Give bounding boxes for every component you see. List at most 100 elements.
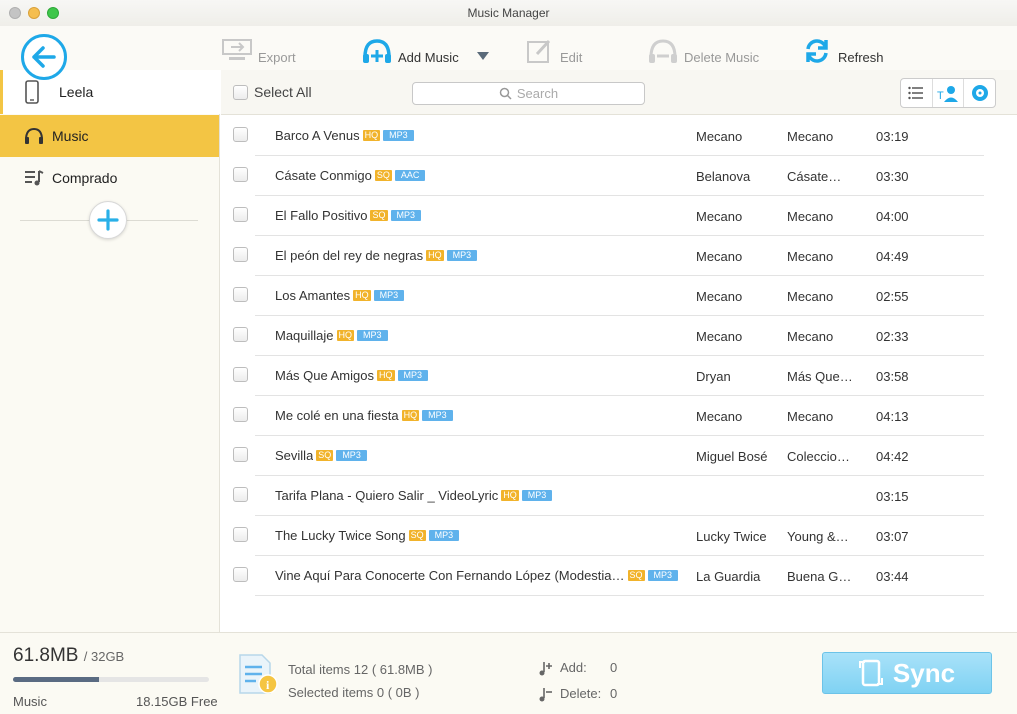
- artist-view-button[interactable]: T: [933, 79, 965, 107]
- quality-badge: SQ: [374, 170, 392, 181]
- edit-button[interactable]: Edit: [522, 36, 582, 66]
- row-checkbox[interactable]: [233, 247, 248, 262]
- album-cell: Mecano: [787, 129, 834, 144]
- table-row[interactable]: Vine Aquí Para Conocerte Con Fernando Ló…: [221, 556, 1017, 596]
- device-sync-icon: [858, 659, 883, 687]
- duration-cell: 03:58: [876, 369, 909, 384]
- edit-icon: [527, 39, 551, 63]
- sync-label: Sync: [892, 657, 956, 688]
- sync-button[interactable]: Sync: [822, 652, 992, 694]
- music-list: Barco A Venus HQ MP3 Mecano Mecano 03:19 Cásat…: [221, 116, 1017, 596]
- format-badge: MP3: [428, 530, 460, 541]
- song-title: Vine Aquí Para Conocerte Con Fernando Ló…: [275, 568, 625, 583]
- select-all-checkbox[interactable]: [233, 84, 248, 100]
- row-checkbox[interactable]: [233, 487, 248, 502]
- add-playlist-button[interactable]: [89, 201, 127, 239]
- quality-badge: SQ: [627, 570, 645, 581]
- storage-category: Music: [13, 694, 47, 709]
- duration-cell: 02:55: [876, 289, 909, 304]
- duration-cell: 03:07: [876, 529, 909, 544]
- refresh-button[interactable]: Refresh: [800, 36, 884, 66]
- album-view-button[interactable]: [964, 79, 995, 107]
- search-icon: [499, 87, 512, 100]
- duration-cell: 03:19: [876, 129, 909, 144]
- row-checkbox[interactable]: [233, 327, 248, 342]
- song-title-cell: Me colé en una fiesta HQ MP3: [275, 408, 453, 423]
- duration-cell: 02:33: [876, 329, 909, 344]
- maximize-window-button[interactable]: [47, 7, 59, 19]
- duration-cell: 04:13: [876, 409, 909, 424]
- table-row[interactable]: Me colé en una fiesta HQ MP3 Mecano Mecano 04…: [221, 396, 1017, 436]
- format-badge: MP3: [521, 490, 553, 501]
- delete-count-label: Delete:: [560, 686, 602, 701]
- song-title: Tarifa Plana - Quiero Salir _ VideoLyric: [275, 488, 499, 503]
- duration-cell: 04:42: [876, 449, 909, 464]
- add-music-button[interactable]: Add Music: [360, 36, 459, 66]
- row-divider: [255, 595, 984, 596]
- row-checkbox[interactable]: [233, 207, 248, 222]
- toolbar: Export Add Music Edit Delete Music Refre…: [0, 26, 1017, 80]
- table-row[interactable]: El Fallo Positivo SQ MP3 Mecano Mecano 04:00: [221, 196, 1017, 236]
- table-row[interactable]: Maquillaje HQ MP3 Mecano Mecano 02:33: [221, 316, 1017, 356]
- quality-badge: HQ: [362, 130, 381, 141]
- artist-cell: Mecano: [696, 129, 743, 144]
- album-view-icon: [971, 85, 988, 101]
- row-checkbox[interactable]: [233, 567, 248, 582]
- table-row[interactable]: Tarifa Plana - Quiero Salir _ VideoLyric…: [221, 476, 1017, 516]
- artist-cell: Mecano: [696, 289, 743, 304]
- row-checkbox[interactable]: [233, 367, 248, 382]
- row-checkbox[interactable]: [233, 127, 248, 142]
- row-checkbox[interactable]: [233, 447, 248, 462]
- search-input[interactable]: Search: [412, 82, 645, 105]
- table-row[interactable]: Cásate Conmigo SQ AAC Belanova Cásate… 03:30: [221, 156, 1017, 196]
- export-button[interactable]: Export: [220, 36, 296, 66]
- artist-cell: Mecano: [696, 329, 743, 344]
- song-title: Maquillaje: [275, 328, 334, 343]
- table-row[interactable]: The Lucky Twice Song SQ MP3 Lucky Twice Youn…: [221, 516, 1017, 556]
- row-checkbox[interactable]: [233, 167, 248, 182]
- format-badge: MP3: [336, 450, 367, 461]
- table-row[interactable]: Los Amantes HQ MP3 Mecano Mecano 02:55: [221, 276, 1017, 316]
- album-cell: Young &…: [787, 529, 849, 544]
- list-view-button[interactable]: [901, 79, 933, 107]
- quality-badge: HQ: [336, 330, 355, 341]
- phone-icon: [25, 80, 39, 104]
- row-checkbox[interactable]: [233, 407, 248, 422]
- table-row[interactable]: Sevilla SQ MP3 Miguel Bosé Coleccio… 04:42: [221, 436, 1017, 476]
- table-row[interactable]: Más Que Amigos HQ MP3 Dryan Más Que… 03:58: [221, 356, 1017, 396]
- song-title: Barco A Venus: [275, 128, 360, 143]
- artist-view-icon: T: [937, 86, 958, 102]
- song-title-cell: The Lucky Twice Song SQ MP3: [275, 528, 460, 543]
- format-badge: MP3: [397, 370, 429, 381]
- back-button[interactable]: [21, 34, 67, 80]
- select-all-control[interactable]: Select All: [233, 84, 312, 100]
- search-placeholder: Search: [516, 86, 559, 101]
- format-badge: MP3: [373, 290, 405, 301]
- table-row[interactable]: Barco A Venus HQ MP3 Mecano Mecano 03:19: [221, 116, 1017, 156]
- table-row[interactable]: El peón del rey de negras HQ MP3 Mecano Meca…: [221, 236, 1017, 276]
- sidebar: Leela Music Comprado: [0, 70, 220, 632]
- minimize-window-button[interactable]: [28, 7, 40, 19]
- add-count-label: Add:: [560, 660, 587, 675]
- format-badge: MP3: [422, 410, 453, 421]
- close-window-button[interactable]: [9, 7, 21, 19]
- delete-music-button[interactable]: Delete Music: [646, 36, 759, 66]
- device-name: Leela: [59, 84, 94, 100]
- row-checkbox[interactable]: [233, 527, 248, 542]
- artist-cell: Mecano: [696, 249, 743, 264]
- sidebar-item-label: Music: [52, 128, 89, 144]
- row-checkbox[interactable]: [233, 287, 248, 302]
- add-music-dropdown-arrow[interactable]: [477, 52, 489, 60]
- song-title: Sevilla: [275, 448, 314, 463]
- arrow-left-icon: [32, 46, 56, 68]
- storage-bar-fill: [13, 677, 100, 682]
- sidebar-item-comprado[interactable]: Comprado: [0, 157, 219, 199]
- selected-items: Selected items 0 ( 0B ): [288, 685, 420, 700]
- artist-cell: Miguel Bosé: [696, 449, 768, 464]
- format-badge: MP3: [357, 330, 388, 341]
- quality-badge: SQ: [408, 530, 426, 541]
- sidebar-item-music[interactable]: Music: [0, 115, 219, 157]
- artist-cell: Mecano: [696, 209, 743, 224]
- album-cell: Mecano: [787, 249, 834, 264]
- song-title: The Lucky Twice Song: [275, 528, 406, 543]
